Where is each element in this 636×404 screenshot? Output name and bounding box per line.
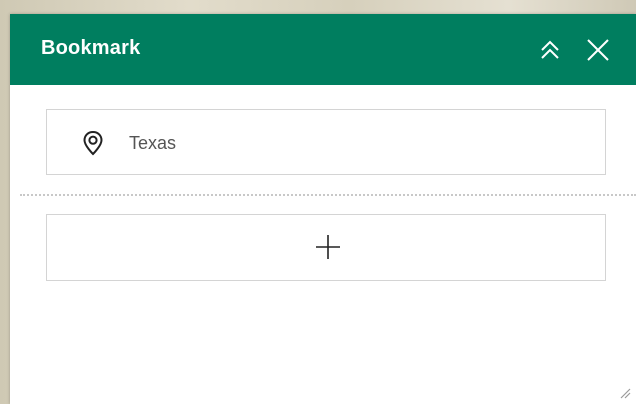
- map-pin-icon: [83, 130, 103, 156]
- bookmark-item-texas[interactable]: Texas: [46, 109, 606, 175]
- resize-handle-icon[interactable]: [619, 387, 631, 399]
- double-chevron-up-icon: [541, 40, 559, 59]
- collapse-button[interactable]: [536, 36, 564, 64]
- bookmark-label: Texas: [129, 133, 177, 153]
- close-button[interactable]: [584, 36, 612, 64]
- plus-icon: [316, 235, 340, 259]
- add-bookmark-button[interactable]: [46, 214, 606, 281]
- panel-title: Bookmark: [41, 37, 141, 59]
- panel-content: Texas: [10, 85, 636, 404]
- close-icon: [587, 39, 609, 61]
- panel-header: Bookmark: [10, 14, 636, 85]
- bookmark-panel: Bookmark Texas: [10, 14, 636, 404]
- divider: [20, 194, 636, 196]
